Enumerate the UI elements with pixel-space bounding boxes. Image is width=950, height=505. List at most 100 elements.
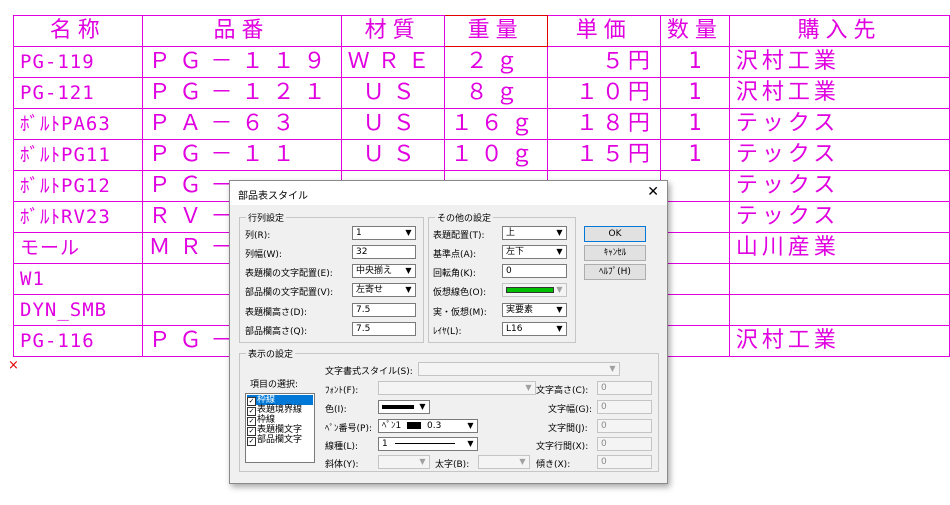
- chevron-down-icon: ▼: [556, 305, 563, 314]
- cell-supplier: 沢村工業: [728, 325, 950, 357]
- cell-name: W1: [13, 263, 143, 295]
- help-button[interactable]: ﾍﾙﾌﾟ(H): [584, 264, 646, 280]
- cancel-button[interactable]: ｷｬﾝｾﾙ: [584, 245, 646, 261]
- header-material: 材質: [340, 15, 445, 47]
- col-width-input[interactable]: 32: [352, 245, 416, 259]
- base-point-value: 左下: [506, 247, 525, 257]
- chevron-down-icon: ▼: [419, 402, 426, 411]
- cell-name: ﾎﾞﾙﾄPG12: [13, 170, 143, 202]
- parts-align-select[interactable]: 左寄せ ▼: [352, 283, 416, 297]
- item-listbox[interactable]: ✓ 枠線 ✓ 表題境界線 ✓ 枠線 ✓ 表題欄文字 ✓ 部品欄文字: [245, 393, 315, 463]
- pen-select[interactable]: ﾍﾟﾝ1 0.3 ▼: [378, 419, 478, 433]
- pen-width: 0.3: [426, 421, 442, 431]
- header-position-select[interactable]: 上 ▼: [502, 226, 567, 240]
- real-virtual-select[interactable]: 実要素 ▼: [502, 303, 567, 317]
- cell-material: ＵＳ: [340, 108, 445, 140]
- color-select[interactable]: ▼: [378, 400, 430, 414]
- cell-quantity: 1: [659, 77, 730, 109]
- cell-part-no: ＰＧ－１１: [141, 139, 342, 171]
- layer-label: ﾚｲﾔ(L):: [433, 327, 462, 337]
- header-align-value: 中央揃え: [356, 266, 393, 276]
- cell-part-no: ＰＧ－１１９: [141, 46, 342, 78]
- chevron-down-icon: ▼: [419, 457, 426, 466]
- cell-quantity: [659, 325, 730, 357]
- chevron-down-icon: ▼: [405, 285, 412, 294]
- close-icon[interactable]: ✕: [647, 184, 659, 200]
- base-point-label: 基準点(A):: [433, 250, 477, 260]
- chevron-down-icon: ▼: [519, 457, 526, 466]
- header-position-value: 上: [506, 228, 516, 238]
- col-width-label: 列幅(W):: [245, 250, 282, 260]
- layer-value: L16: [506, 324, 523, 334]
- cell-unit-price: １０円: [546, 77, 661, 109]
- columns-select[interactable]: 1 ▼: [352, 226, 416, 240]
- item-select-label: 項目の選択:: [250, 380, 299, 390]
- header-position-label: 表題配置(T):: [433, 231, 485, 241]
- cell-weight: ２ｇ: [443, 46, 548, 78]
- char-width-label: 文字幅(G):: [548, 405, 593, 415]
- ok-button[interactable]: OK: [584, 226, 646, 242]
- cell-name: モール: [13, 232, 143, 264]
- slant-input[interactable]: 0: [597, 455, 652, 469]
- columns-label: 列(R):: [245, 231, 271, 241]
- dialog-title: 部品表スタイル: [238, 191, 308, 202]
- cell-quantity: [659, 201, 730, 233]
- text-style-select[interactable]: ▼: [418, 362, 620, 376]
- chevron-down-icon: ▼: [556, 228, 563, 237]
- list-item[interactable]: ✓ 表題境界線: [247, 405, 313, 416]
- parts-style-dialog: 部品表スタイル ✕ 行列設定 列(R): 1 ▼ 列幅(W): 32 表題欄の文字…: [229, 180, 668, 484]
- cell-weight: ８ｇ: [443, 77, 548, 109]
- list-item[interactable]: ✓ 表題欄文字: [247, 425, 313, 436]
- cell-quantity: [659, 232, 730, 264]
- list-item[interactable]: ✓ 枠線: [247, 415, 313, 426]
- chevron-down-icon: ▼: [405, 228, 412, 237]
- chevron-down-icon: ▼: [525, 383, 532, 392]
- linetype-select[interactable]: 1 ▼: [378, 437, 478, 451]
- base-point-select[interactable]: 左下 ▼: [502, 245, 567, 259]
- chevron-down-icon: ▼: [405, 266, 412, 275]
- cell-part-no: ＰＡ－６３: [141, 108, 342, 140]
- color-swatch: [382, 404, 414, 409]
- rotation-input[interactable]: 0: [502, 264, 567, 278]
- virtual-color-select[interactable]: ▼: [502, 283, 567, 297]
- cell-quantity: 1: [659, 139, 730, 171]
- header-align-select[interactable]: 中央揃え ▼: [352, 264, 416, 278]
- list-item[interactable]: ✓ 枠線: [247, 395, 313, 406]
- list-item[interactable]: ✓ 部品欄文字: [247, 435, 313, 446]
- columns-value: 1: [356, 228, 362, 238]
- header-height-label: 表題欄高さ(D):: [245, 308, 307, 318]
- char-height-input[interactable]: 0: [597, 381, 652, 395]
- cell-unit-price: １８円: [546, 108, 661, 140]
- checkbox-check-icon[interactable]: ✓: [247, 437, 256, 446]
- header-height-input[interactable]: 7.5: [352, 303, 416, 317]
- cell-weight: １６ｇ: [443, 108, 548, 140]
- cell-name: ﾎﾞﾙﾄPA63: [13, 108, 143, 140]
- chevron-down-icon: ▼: [556, 247, 563, 256]
- display-group-title: 表示の設定: [246, 347, 296, 360]
- font-label: ﾌｫﾝﾄ(F):: [325, 386, 359, 396]
- italic-select[interactable]: ▼: [378, 455, 430, 469]
- rowcol-group-title: 行列設定: [246, 211, 287, 224]
- cell-quantity: [659, 170, 730, 202]
- bold-select[interactable]: ▼: [478, 455, 530, 469]
- pen-label: ﾍﾟﾝ番号(P):: [325, 424, 372, 434]
- parts-align-label: 部品欄の文字配置(V):: [245, 288, 334, 298]
- slant-label: 傾き(X):: [536, 460, 571, 470]
- cell-unit-price: ５円: [546, 46, 661, 78]
- layer-select[interactable]: L16 ▼: [502, 322, 567, 336]
- cell-part-no: ＰＧ－１２１: [141, 77, 342, 109]
- cell-supplier: 沢村工業: [728, 77, 950, 109]
- real-virtual-label: 実・仮想(M):: [433, 308, 487, 318]
- char-spacing-input[interactable]: 0: [597, 419, 652, 433]
- pen-color-swatch: [407, 422, 422, 429]
- parts-height-input[interactable]: 7.5: [352, 322, 416, 336]
- list-item-label: 表題境界線: [257, 405, 303, 415]
- font-select[interactable]: ▼: [378, 381, 536, 395]
- dialog-titlebar[interactable]: 部品表スタイル ✕: [230, 181, 667, 205]
- char-width-input[interactable]: 0: [597, 400, 652, 414]
- table-row: PG-121 ＰＧ－１２１ ＵＳ ８ｇ １０円 1 沢村工業: [13, 77, 950, 109]
- cell-supplier: 沢村工業: [728, 46, 950, 78]
- line-spacing-input[interactable]: 0: [597, 437, 652, 451]
- italic-label: 斜体(Y):: [325, 460, 359, 470]
- cell-supplier: テックス: [728, 139, 950, 171]
